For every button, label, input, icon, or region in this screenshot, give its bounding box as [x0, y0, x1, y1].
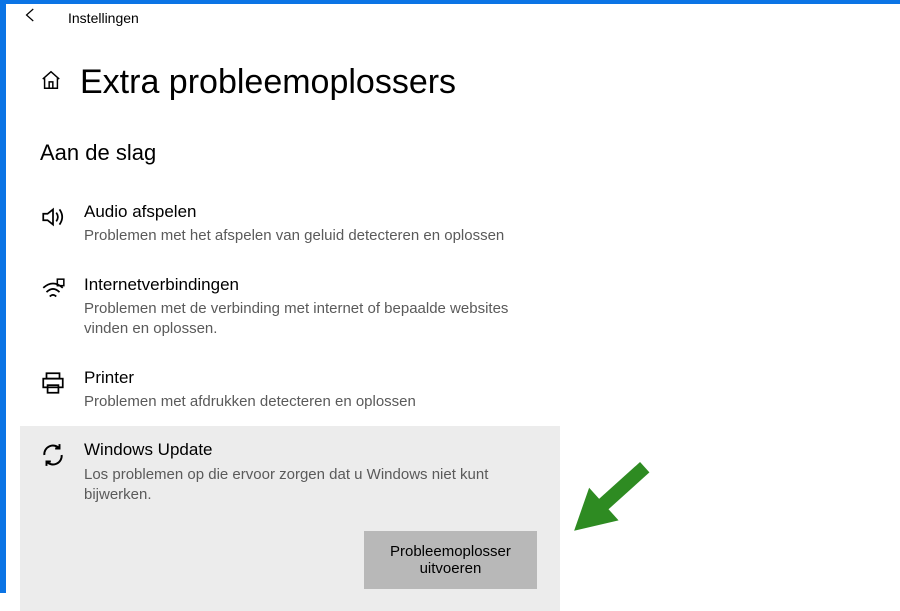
back-icon[interactable]: [22, 6, 40, 29]
update-icon: [40, 442, 66, 468]
item-title: Printer: [84, 368, 540, 388]
item-desc: Los problemen op die ervoor zorgen dat u…: [84, 465, 537, 506]
run-troubleshooter-button[interactable]: Probleemoplosser uitvoeren: [364, 531, 537, 589]
troubleshooter-item-internet[interactable]: Internetverbindingen Problemen met de ve…: [20, 261, 560, 354]
page-heading-row: Extra probleemoplossers: [0, 35, 900, 102]
title-bar: Instellingen: [0, 0, 900, 35]
home-icon: [40, 69, 62, 96]
troubleshooter-item-audio[interactable]: Audio afspelen Problemen met het afspele…: [20, 188, 560, 261]
page-title: Extra probleemoplossers: [80, 63, 456, 102]
item-title: Audio afspelen: [84, 202, 540, 222]
speaker-icon: [40, 204, 66, 230]
annotation-arrow-icon: [555, 444, 675, 549]
printer-icon: [40, 370, 66, 396]
troubleshooter-item-printer[interactable]: Printer Problemen met afdrukken detecter…: [20, 354, 560, 427]
troubleshooter-item-windows-update[interactable]: Windows Update Los problemen op die ervo…: [20, 426, 560, 611]
item-desc: Problemen met afdrukken detecteren en op…: [84, 392, 540, 412]
wifi-icon: [40, 277, 66, 303]
item-title: Windows Update: [84, 440, 537, 460]
troubleshooter-list: Audio afspelen Problemen met het afspele…: [0, 166, 560, 611]
item-title: Internetverbindingen: [84, 275, 540, 295]
item-desc: Problemen met het afspelen van geluid de…: [84, 226, 540, 246]
app-title: Instellingen: [68, 10, 139, 26]
section-title: Aan de slag: [0, 102, 900, 166]
item-desc: Problemen met de verbinding met internet…: [84, 299, 540, 340]
